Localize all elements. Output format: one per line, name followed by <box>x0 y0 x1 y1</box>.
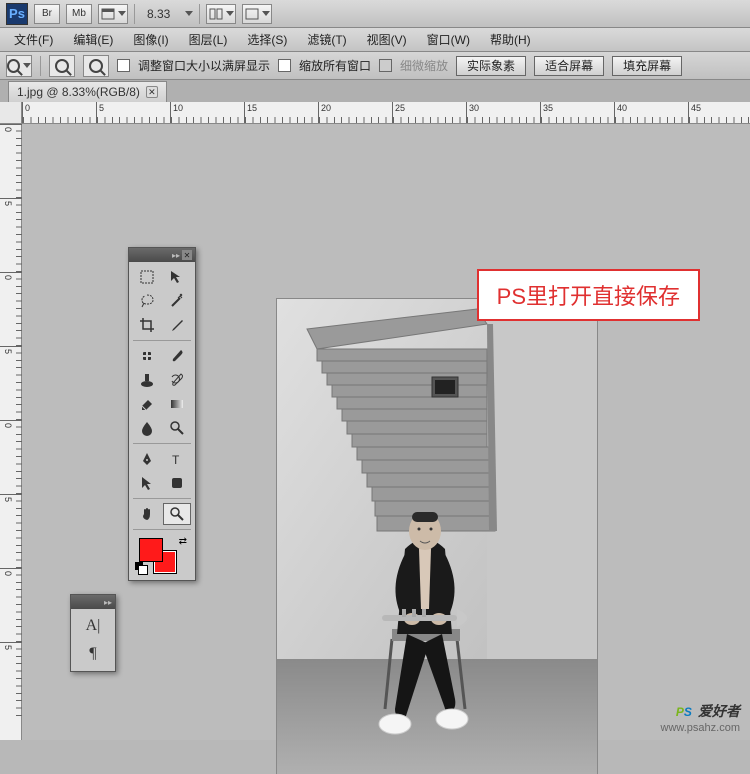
layout-dropdown[interactable] <box>98 4 128 24</box>
options-bar: 调整窗口大小以满屏显示 缩放所有窗口 细微缩放 实际象素 适合屏幕 填充屏幕 <box>0 52 750 80</box>
close-icon[interactable]: ✕ <box>182 250 192 260</box>
tool-preset-icon[interactable] <box>6 55 32 77</box>
zoom-tool-icon[interactable] <box>163 503 191 525</box>
zoom-dropdown-icon[interactable] <box>185 11 193 16</box>
zoom-all-label: 缩放所有窗口 <box>299 57 371 74</box>
actual-pixels-button[interactable]: 实际象素 <box>456 56 526 76</box>
color-swatches[interactable]: ⇄ <box>133 534 191 576</box>
menu-filter[interactable]: 滤镜(T) <box>297 28 356 51</box>
annotation-box: PS里打开直接保存 <box>477 269 700 321</box>
watermark-s: S <box>684 705 692 719</box>
healing-brush-tool-icon[interactable] <box>133 345 161 367</box>
paragraph-icon[interactable]: ¶ <box>89 645 96 663</box>
photo-content <box>277 299 597 774</box>
workspace: 0 5 10 15 20 25 30 35 40 45 50 0 5 0 5 0… <box>0 102 750 740</box>
ruler-corner <box>0 102 22 124</box>
zoom-in-icon[interactable] <box>49 55 75 77</box>
tool-separator <box>133 443 191 444</box>
resize-window-checkbox[interactable] <box>117 59 130 72</box>
photoshop-icon: Ps <box>6 3 28 25</box>
fit-screen-button[interactable]: 适合屏幕 <box>534 56 604 76</box>
menu-edit[interactable]: 编辑(E) <box>63 28 123 51</box>
menu-window[interactable]: 窗口(W) <box>417 28 480 51</box>
fill-screen-button[interactable]: 填充屏幕 <box>612 56 682 76</box>
default-colors-icon[interactable] <box>135 562 147 574</box>
character-panel[interactable]: ▸▸ A| ¶ <box>70 594 116 672</box>
lasso-tool-icon[interactable] <box>133 290 161 312</box>
menu-file[interactable]: 文件(F) <box>4 28 63 51</box>
panel-header[interactable]: ▸▸ <box>71 595 115 609</box>
menu-layer[interactable]: 图层(L) <box>179 28 238 51</box>
pen-tool-icon[interactable] <box>133 448 161 470</box>
screenmode-dropdown[interactable] <box>242 4 272 24</box>
toolbox-header[interactable]: ▸▸ ✕ <box>129 248 195 262</box>
character-icon[interactable]: A| <box>86 617 101 635</box>
blur-tool-icon[interactable] <box>133 417 161 439</box>
stamp-tool-icon[interactable] <box>133 369 161 391</box>
crop-tool-icon[interactable] <box>133 314 161 336</box>
separator <box>40 56 41 76</box>
swap-colors-icon[interactable]: ⇄ <box>179 536 187 547</box>
resize-window-label: 调整窗口大小以满屏显示 <box>138 57 270 74</box>
tool-separator <box>133 340 191 341</box>
menu-image[interactable]: 图像(I) <box>123 28 178 51</box>
watermark: PS 爱好者 www.psahz.com <box>661 696 740 734</box>
ruler-vertical[interactable]: 0 5 0 5 0 5 0 5 <box>0 124 22 740</box>
dodge-tool-icon[interactable] <box>163 417 191 439</box>
type-tool-icon[interactable]: T <box>163 448 191 470</box>
svg-text:T: T <box>172 453 180 467</box>
history-brush-tool-icon[interactable] <box>163 369 191 391</box>
menu-select[interactable]: 选择(S) <box>237 28 297 51</box>
separator <box>199 4 200 24</box>
marquee-tool-icon[interactable] <box>133 266 161 288</box>
arrange-dropdown[interactable] <box>206 4 236 24</box>
watermark-url: www.psahz.com <box>661 722 740 734</box>
application-bar: Ps Br Mb 8.33 <box>0 0 750 28</box>
move-tool-icon[interactable] <box>163 266 191 288</box>
zoom-out-icon[interactable] <box>83 55 109 77</box>
separator <box>134 4 135 24</box>
tool-separator <box>133 498 191 499</box>
document-tab[interactable]: 1.jpg @ 8.33%(RGB/8) ✕ <box>8 81 167 102</box>
foreground-color[interactable] <box>139 538 163 562</box>
tool-separator <box>133 529 191 530</box>
minibridge-button[interactable]: Mb <box>66 4 92 24</box>
document-tab-title: 1.jpg @ 8.33%(RGB/8) <box>17 85 140 99</box>
document-canvas[interactable] <box>277 299 597 774</box>
menu-help[interactable]: 帮助(H) <box>480 28 541 51</box>
brush-tool-icon[interactable] <box>163 345 191 367</box>
hand-tool-icon[interactable] <box>133 503 161 525</box>
bridge-button[interactable]: Br <box>34 4 60 24</box>
gradient-tool-icon[interactable] <box>163 393 191 415</box>
menu-view[interactable]: 视图(V) <box>357 28 417 51</box>
watermark-cn: 爱好者 <box>698 703 740 719</box>
eyedropper-tool-icon[interactable] <box>163 314 191 336</box>
scrubby-zoom-checkbox <box>379 59 392 72</box>
path-selection-tool-icon[interactable] <box>133 472 161 494</box>
document-tab-row: 1.jpg @ 8.33%(RGB/8) ✕ <box>0 80 750 102</box>
eraser-tool-icon[interactable] <box>133 393 161 415</box>
watermark-p: P <box>676 705 684 719</box>
close-tab-icon[interactable]: ✕ <box>146 86 158 98</box>
toolbox-panel[interactable]: ▸▸ ✕ T <box>128 247 196 581</box>
menu-bar: 文件(F) 编辑(E) 图像(I) 图层(L) 选择(S) 滤镜(T) 视图(V… <box>0 28 750 52</box>
zoom-all-checkbox[interactable] <box>278 59 291 72</box>
scrubby-zoom-label: 细微缩放 <box>400 57 448 74</box>
magic-wand-tool-icon[interactable] <box>163 290 191 312</box>
ruler-horizontal[interactable]: 0 5 10 15 20 25 30 35 40 45 50 <box>22 102 750 124</box>
shape-tool-icon[interactable] <box>163 472 191 494</box>
zoom-value[interactable]: 8.33 <box>141 7 176 21</box>
